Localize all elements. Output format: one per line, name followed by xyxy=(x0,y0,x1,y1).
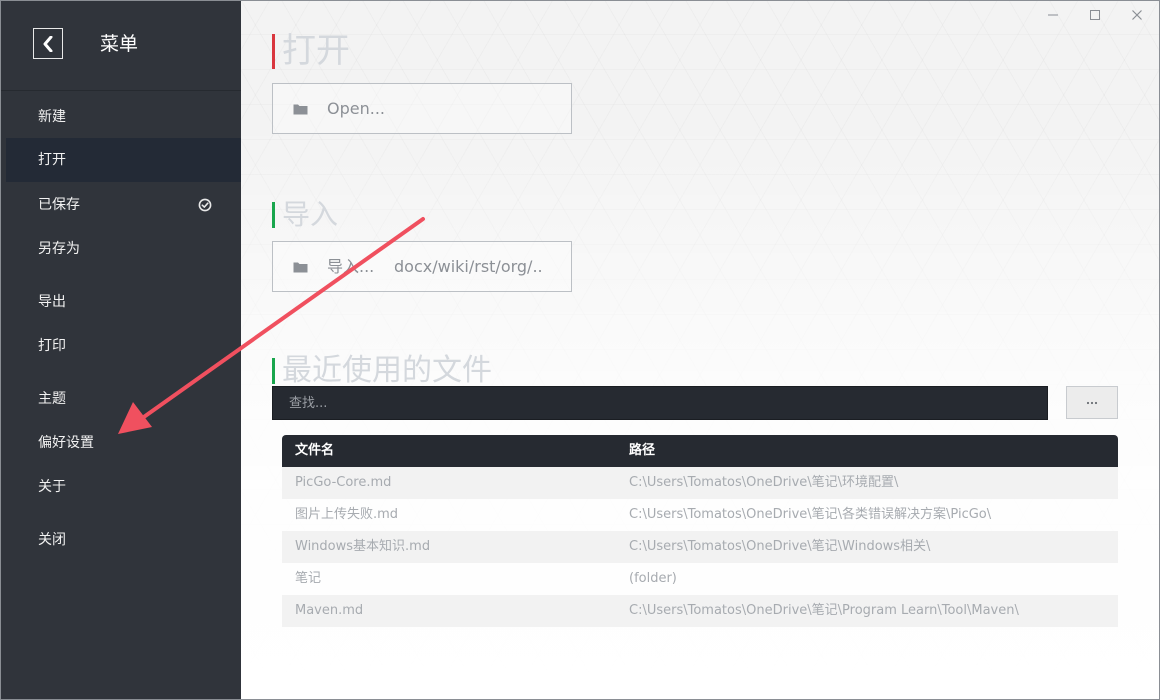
menu-item-new[interactable]: 新建 xyxy=(1,95,241,139)
minimize-icon xyxy=(1048,14,1058,16)
file-name-cell: PicGo-Core.md xyxy=(295,475,392,490)
recent-files-table: 文件名 路径 PicGo-Core.md C:\Users\Tomatos\On… xyxy=(282,435,1118,627)
file-path-cell: C:\Users\Tomatos\OneDrive\笔记\各类错误解决方案\Pi… xyxy=(629,507,992,522)
open-file-button[interactable]: Open... xyxy=(272,83,572,134)
menu-item-print[interactable]: 打印 xyxy=(1,324,241,368)
table-row[interactable]: 图片上传失败.md C:\Users\Tomatos\OneDrive\笔记\各… xyxy=(282,499,1118,531)
table-row[interactable]: 笔记 (folder) xyxy=(282,563,1118,595)
menu-item-theme[interactable]: 主题 xyxy=(1,377,241,421)
import-section-title: 导入 xyxy=(282,198,339,231)
menu-item-export[interactable]: 导出 xyxy=(1,280,241,324)
close-window-button[interactable] xyxy=(1120,5,1154,25)
back-button[interactable] xyxy=(33,28,63,59)
file-name-cell: Windows基本知识.md xyxy=(295,539,431,554)
import-formats-label: docx/wiki/rst/org/.. xyxy=(394,257,543,276)
folder-icon xyxy=(293,262,308,273)
main-panel: 打开 Open... 导入 导入... docx/wiki/rst/org/..… xyxy=(241,1,1159,699)
maximize-icon xyxy=(1090,10,1100,20)
import-section-accent xyxy=(272,202,275,228)
open-file-label: Open... xyxy=(327,99,385,118)
close-icon xyxy=(1132,10,1142,20)
menu-item-close[interactable]: 关闭 xyxy=(1,518,241,562)
file-name-cell: 图片上传失败.md xyxy=(295,507,399,522)
table-row[interactable]: PicGo-Core.md C:\Users\Tomatos\OneDrive\… xyxy=(282,467,1118,499)
menu-item-open[interactable]: 打开 xyxy=(6,138,241,182)
open-section-accent xyxy=(272,34,275,69)
file-path-cell: C:\Users\Tomatos\OneDrive\笔记\Program Lea… xyxy=(629,603,1019,618)
recent-search-input[interactable] xyxy=(272,386,1048,420)
table-row[interactable]: Maven.md C:\Users\Tomatos\OneDrive\笔记\Pr… xyxy=(282,595,1118,627)
menu-item-about[interactable]: 关于 xyxy=(1,465,241,509)
more-options-button[interactable] xyxy=(1066,386,1118,419)
recent-section-title: 最近使用的文件 xyxy=(282,353,492,388)
recent-section-accent xyxy=(272,358,275,384)
file-path-cell: C:\Users\Tomatos\OneDrive\笔记\环境配置\ xyxy=(629,475,899,490)
maximize-button[interactable] xyxy=(1078,5,1112,25)
menu-item-saved-label: 已保存 xyxy=(38,197,80,213)
file-path-cell: (folder) xyxy=(629,571,677,586)
app-window: 菜单 新建 打开 已保存 另存为 导出 打印 主题 偏好设置 关于 关闭 打开 … xyxy=(0,0,1160,700)
file-path-cell: C:\Users\Tomatos\OneDrive\笔记\Windows相关\ xyxy=(629,539,931,554)
check-circle-icon xyxy=(198,198,212,212)
ellipsis-icon xyxy=(1086,401,1098,404)
folder-icon xyxy=(293,104,308,115)
menu-item-saved[interactable]: 已保存 xyxy=(1,183,241,227)
column-header-path[interactable]: 路径 xyxy=(629,435,655,467)
sidebar: 菜单 新建 打开 已保存 另存为 导出 打印 主题 偏好设置 关于 关闭 xyxy=(1,1,241,699)
table-header: 文件名 路径 xyxy=(282,435,1118,467)
open-section-title: 打开 xyxy=(282,31,350,71)
import-file-label: 导入... xyxy=(327,257,375,276)
import-file-button[interactable]: 导入... docx/wiki/rst/org/.. xyxy=(272,241,572,292)
file-name-cell: Maven.md xyxy=(295,603,364,618)
minimize-button[interactable] xyxy=(1036,5,1070,25)
sidebar-title: 菜单 xyxy=(100,33,139,55)
menu-item-preferences[interactable]: 偏好设置 xyxy=(1,421,241,465)
column-header-name[interactable]: 文件名 xyxy=(295,435,334,467)
chevron-left-icon xyxy=(43,35,53,52)
file-name-cell: 笔记 xyxy=(295,571,322,586)
menu-item-save-as[interactable]: 另存为 xyxy=(1,227,241,271)
table-row[interactable]: Windows基本知识.md C:\Users\Tomatos\OneDrive… xyxy=(282,531,1118,563)
sidebar-header: 菜单 xyxy=(1,1,241,91)
